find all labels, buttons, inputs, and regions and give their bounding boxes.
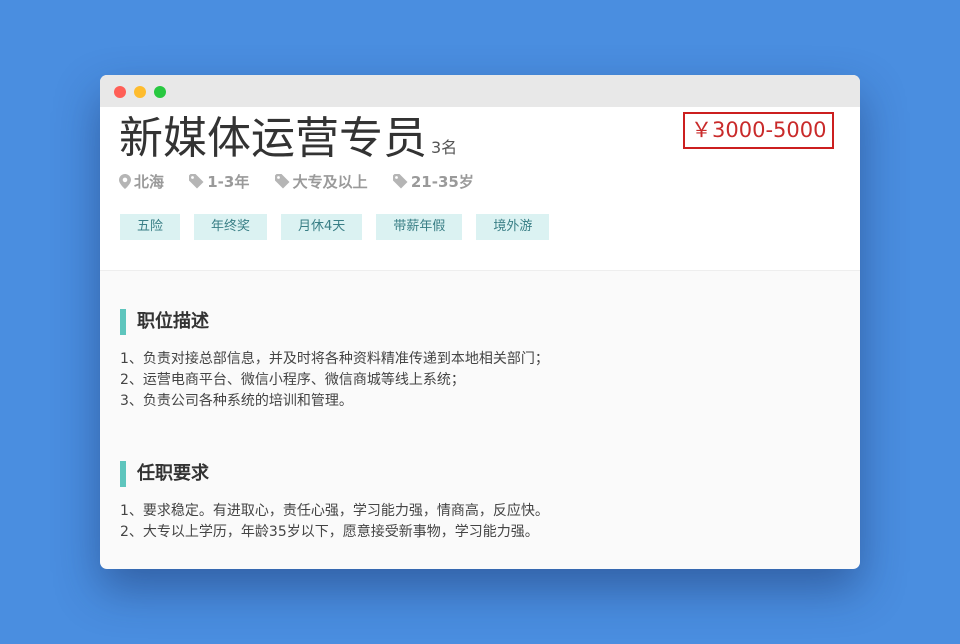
tag-icon bbox=[274, 174, 290, 189]
section-title-text: 任职要求 bbox=[137, 463, 209, 484]
maximize-window-button[interactable] bbox=[154, 86, 166, 98]
window-titlebar bbox=[100, 75, 860, 107]
requirement-lines: 1、要求稳定。有进取心，责任心强，学习能力强，情商高，反应快。 2、大专以上学历… bbox=[120, 501, 549, 543]
salary-range: ￥3000-5000 bbox=[683, 112, 835, 149]
job-title: 新媒体运营专员 bbox=[119, 113, 427, 164]
meta-education: 大专及以上 bbox=[274, 171, 368, 192]
app-window: 新媒体运营专员 3名 ￥3000-5000 北海 1-3年 大专及以上 21-3… bbox=[100, 75, 860, 569]
benefit-tag: 年终奖 bbox=[194, 214, 268, 240]
close-window-button[interactable] bbox=[114, 86, 126, 98]
requirement-line: 2、大专以上学历，年龄35岁以下，愿意接受新事物，学习能力强。 bbox=[120, 524, 539, 540]
tag-icon bbox=[189, 174, 204, 189]
description-lines: 1、负责对接总部信息，并及时将各种资料精准传递到本地相关部门； 2、运营电商平台… bbox=[120, 349, 549, 412]
meta-education-text: 大专及以上 bbox=[292, 173, 368, 191]
meta-experience: 1-3年 bbox=[189, 171, 249, 192]
benefit-tag: 带薪年假 bbox=[376, 214, 463, 240]
section-title: 任职要求 bbox=[120, 461, 549, 487]
meta-age: 21-35岁 bbox=[392, 171, 474, 192]
minimize-window-button[interactable] bbox=[134, 86, 146, 98]
benefit-tags: 五险 年终奖 月休4天 带薪年假 境外游 bbox=[120, 214, 563, 240]
title-row: 新媒体运营专员 3名 bbox=[119, 111, 457, 167]
benefit-tag: 五险 bbox=[120, 214, 181, 240]
meta-experience-text: 1-3年 bbox=[207, 173, 250, 191]
section-description: 职位描述 1、负责对接总部信息，并及时将各种资料精准传递到本地相关部门； 2、运… bbox=[120, 309, 549, 412]
benefit-tag: 月休4天 bbox=[281, 214, 363, 240]
section-accent-bar bbox=[120, 309, 126, 335]
map-pin-icon bbox=[119, 174, 131, 189]
description-line: 1、负责对接总部信息，并及时将各种资料精准传递到本地相关部门； bbox=[120, 351, 549, 367]
headcount: 3名 bbox=[431, 138, 458, 157]
description-line: 3、负责公司各种系统的培训和管理。 bbox=[120, 393, 353, 409]
meta-age-text: 21-35岁 bbox=[410, 173, 474, 191]
meta-location: 北海 bbox=[119, 171, 164, 192]
section-requirements: 任职要求 1、要求稳定。有进取心，责任心强，学习能力强，情商高，反应快。 2、大… bbox=[120, 461, 549, 543]
meta-location-text: 北海 bbox=[134, 173, 165, 191]
section-title-text: 职位描述 bbox=[137, 311, 209, 332]
description-line: 2、运营电商平台、微信小程序、微信商城等线上系统； bbox=[120, 372, 465, 388]
benefit-tag: 境外游 bbox=[476, 214, 550, 240]
job-header: 新媒体运营专员 3名 ￥3000-5000 北海 1-3年 大专及以上 21-3… bbox=[100, 107, 860, 271]
section-accent-bar bbox=[120, 461, 126, 487]
requirement-line: 1、要求稳定。有进取心，责任心强，学习能力强，情商高，反应快。 bbox=[120, 503, 549, 519]
tag-icon bbox=[392, 174, 408, 189]
job-meta: 北海 1-3年 大专及以上 21-35岁 bbox=[119, 171, 494, 192]
section-title: 职位描述 bbox=[120, 309, 549, 335]
